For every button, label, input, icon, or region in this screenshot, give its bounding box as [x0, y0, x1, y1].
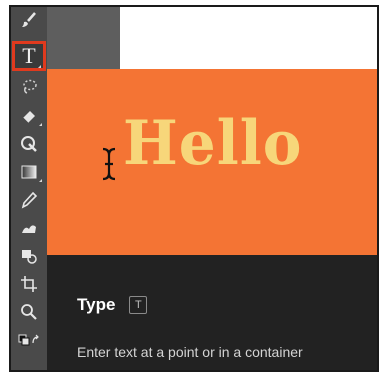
swap-colors-icon — [17, 331, 41, 349]
screenshot-frame: T Hello Type T Enter text at a point or … — [9, 5, 379, 372]
rich-tooltip: Hello Type T Enter text at a point or in… — [47, 69, 377, 370]
brush-tool[interactable] — [11, 7, 47, 33]
tooltip-title: Type — [77, 295, 116, 314]
zoom-icon — [20, 303, 38, 321]
tools-panel: T — [11, 7, 47, 370]
clone-stamp-tool[interactable] — [11, 215, 47, 241]
panel-strip — [47, 7, 120, 69]
tooltip-title-row: Type T — [77, 295, 148, 315]
lasso-tool[interactable] — [11, 73, 47, 99]
type-tool-button[interactable]: T — [12, 41, 46, 71]
tooltip-description: Enter text at a point or in a container — [77, 344, 303, 360]
document-canvas — [120, 7, 377, 69]
text-cursor-icon — [101, 147, 117, 186]
eraser-tool[interactable] — [11, 103, 47, 129]
zoom-tool[interactable] — [11, 299, 47, 325]
lasso-icon — [20, 77, 38, 95]
swap-colors-tool[interactable] — [11, 327, 47, 353]
shortcut-key-badge: T — [129, 296, 148, 314]
eyedropper-icon — [20, 191, 38, 209]
gradient-tool[interactable] — [11, 159, 47, 185]
type-tool-icon: T — [22, 43, 36, 68]
crop-icon — [20, 275, 38, 293]
spot-healing-icon — [20, 135, 38, 153]
tooltip-preview: Hello — [47, 69, 377, 255]
eraser-icon — [20, 107, 38, 125]
preview-text: Hello — [123, 107, 303, 179]
clone-stamp-icon — [20, 219, 38, 237]
shape-tool[interactable] — [11, 243, 47, 269]
eyedropper-tool[interactable] — [11, 187, 47, 213]
brush-icon — [20, 11, 38, 29]
shape-tool-icon — [20, 247, 38, 265]
spot-healing-tool[interactable] — [11, 131, 47, 157]
gradient-icon — [20, 163, 38, 181]
crop-tool[interactable] — [11, 271, 47, 297]
